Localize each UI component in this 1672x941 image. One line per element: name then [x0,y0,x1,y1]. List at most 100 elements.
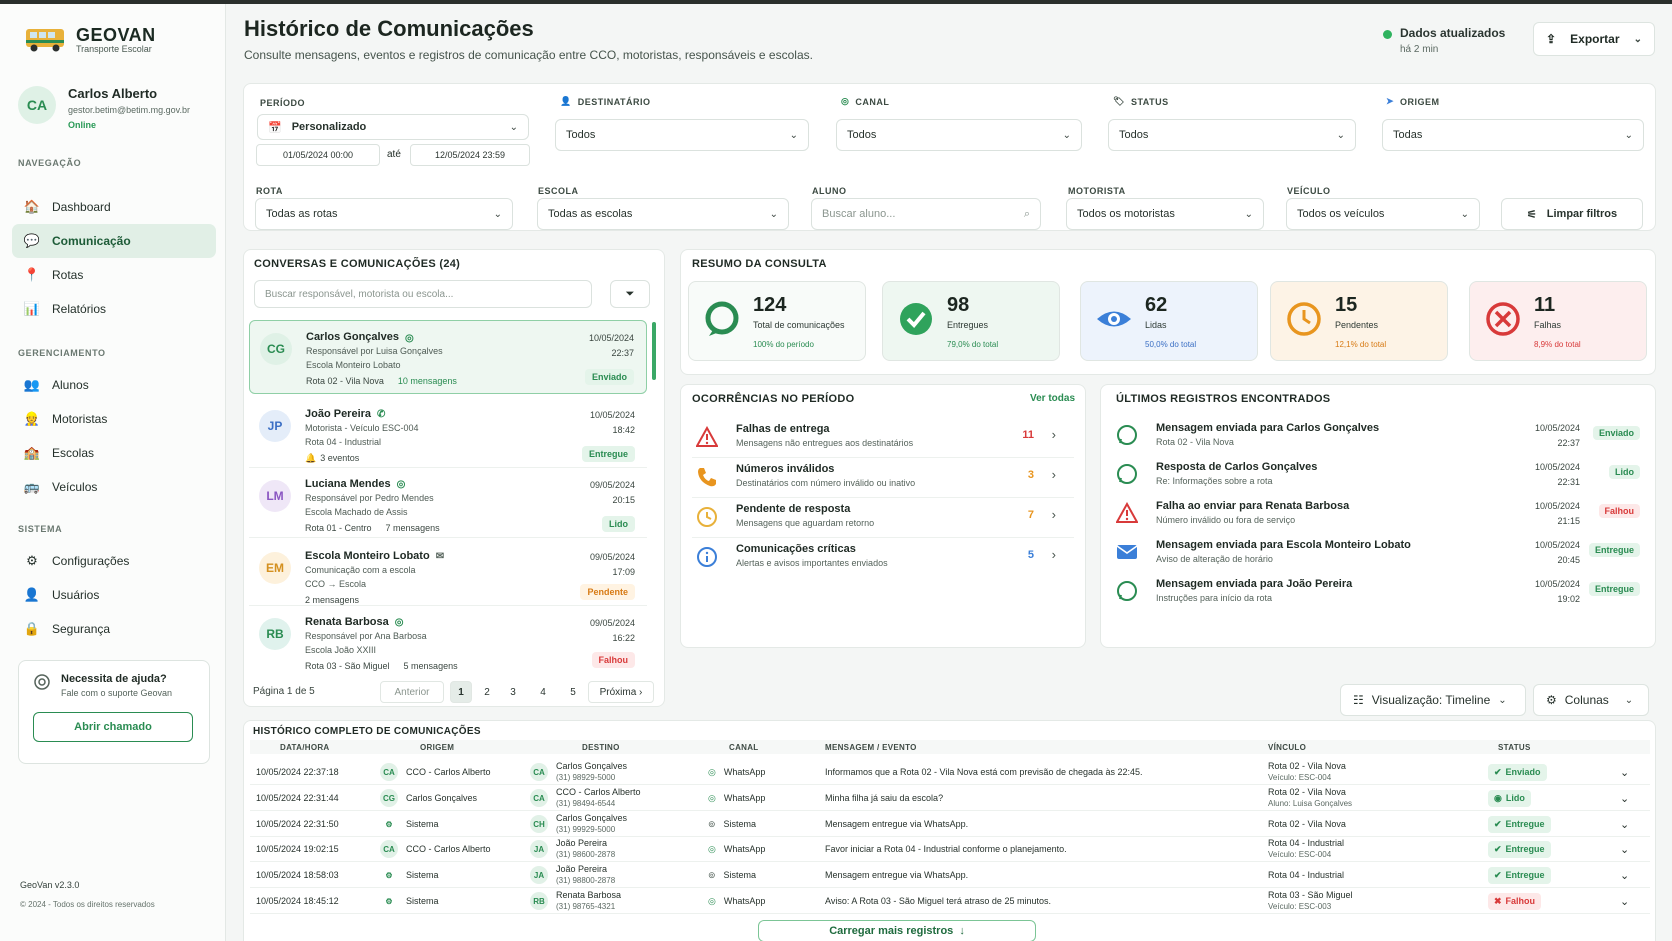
user-name: Carlos Alberto [68,86,158,101]
columns-select[interactable]: ⚙ Colunas ⌄ [1533,684,1649,716]
stat-delivered[interactable]: 98 Entregues 79,0% do total [882,281,1060,361]
period-select[interactable]: 📅 Personalizado ⌄ [257,114,529,140]
help-subtitle: Fale com o suporte Geovan [61,688,173,698]
status-value: Todos [1119,129,1149,141]
route-tag: Rota 02 - Vila Nova [306,376,384,386]
recent-record[interactable]: Mensagem enviada para Carlos Gonçalves R… [1114,420,1646,458]
pagination-prev-button[interactable]: Anterior [380,681,444,703]
updated-title: Dados atualizados [1400,26,1506,40]
user-card[interactable]: CA Carlos Alberto gestor.betim@betim.mg.… [18,86,190,130]
conversation-item[interactable]: RB Renata Barbosa ◎ Responsável por Ana B… [249,606,647,676]
table-row[interactable]: 10/05/2024 22:31:44 CG Carlos Gonçalves C… [250,785,1650,811]
cell-link: Rota 04 - Industrial Veículo: ESC-004 [1268,836,1344,862]
brand-logo[interactable]: GEOVAN Transporte Escolar [24,24,156,54]
stat-failed[interactable]: 11 Falhas 8,9% do total [1469,281,1647,361]
sidebar-item-escolas[interactable]: 🏫 Escolas [12,436,216,470]
sidebar-item-usuarios[interactable]: 👤 Usuários [12,578,216,612]
export-button[interactable]: ⇪ Exportar ⌄ [1533,22,1655,56]
cell-message: Favor iniciar a Rota 04 - Industrial con… [825,836,1067,862]
app-version: GeoVan v2.3.0 [20,880,80,890]
expand-row-chevron-icon[interactable]: ⌄ [1620,862,1629,888]
column-header[interactable]: MENSAGEM / EVENTO [825,743,917,752]
occurrence-item[interactable]: Pendente de resposta Mensagens que aguar… [692,498,1074,538]
pagination-page[interactable]: 4 [532,681,554,703]
sidebar-item-motoristas[interactable]: 👷 Motoristas [12,402,216,436]
load-more-button[interactable]: Carregar mais registros ↓ [758,920,1036,941]
sidebar-item-dashboard[interactable]: 🏠 Dashboard [12,190,216,224]
conversation-item[interactable]: CG Carlos Gonçalves ◎ Responsável por Lui… [249,320,647,394]
sidebar-item-comunicacao[interactable]: 💬 Comunicação [12,224,216,258]
whatsapp-icon: ◎ [708,895,716,906]
expand-row-chevron-icon[interactable]: ⌄ [1620,836,1629,862]
occurrence-item[interactable]: Falhas de entrega Mensagens não entregue… [692,418,1074,458]
pagination-page[interactable]: 3 [502,681,524,703]
pagination-next-button[interactable]: Próxima › [588,681,654,703]
expand-row-chevron-icon[interactable]: ⌄ [1620,785,1629,811]
recent-record[interactable]: Falha ao enviar para Renata Barbosa Núme… [1114,498,1646,536]
occurrence-item[interactable]: Números inválidos Destinatários com núme… [692,458,1074,498]
vehicle-select[interactable]: Todos os veículos ⌄ [1286,198,1480,230]
cell-origin: CA CCO - Carlos Alberto [380,759,491,785]
table-row[interactable]: 10/05/2024 22:37:18 CA CCO - Carlos Alber… [250,759,1650,785]
sidebar-item-seguranca[interactable]: 🔒 Segurança [12,612,216,646]
table-row[interactable]: 10/05/2024 19:02:15 CA CCO - Carlos Alber… [250,836,1650,862]
avatar: CG [260,333,292,365]
status-select[interactable]: Todos ⌄ [1108,119,1356,151]
record-date: 10/05/2024 21:15 [1514,499,1580,529]
date-from-input[interactable]: 01/05/2024 00:00 [256,144,380,166]
sidebar-item-label: Motoristas [52,412,108,426]
occurrence-item[interactable]: Comunicações críticas Alertas e avisos i… [692,538,1074,578]
expand-row-chevron-icon[interactable]: ⌄ [1620,888,1629,914]
column-header[interactable]: VÍNCULO [1268,743,1306,752]
origin-select[interactable]: Todas ⌄ [1382,119,1644,151]
conversation-item[interactable]: LM Luciana Mendes ◎ Responsável por Pedro… [249,468,647,538]
upload-icon: ⇪ [1546,32,1557,46]
expand-row-chevron-icon[interactable]: ⌄ [1620,759,1629,785]
view-mode-select[interactable]: ☷ Visualização: Timeline ⌄ [1340,684,1526,716]
driver-select[interactable]: Todos os motoristas ⌄ [1066,198,1264,230]
recent-record[interactable]: Resposta de Carlos Gonçalves Re: Informa… [1114,459,1646,497]
column-header[interactable]: CANAL [729,743,759,752]
expand-row-chevron-icon[interactable]: ⌄ [1620,811,1629,837]
sidebar-item-relatorios[interactable]: 📊 Relatórios [12,292,216,326]
status-badge: Lido [602,516,635,532]
stat-total[interactable]: 124 Total de comunicações 100% do períod… [688,281,866,361]
pagination-page[interactable]: 2 [476,681,498,703]
table-row[interactable]: 10/05/2024 18:45:12 ⚙ Sistema RB Renata Ba… [250,888,1650,914]
stat-read[interactable]: 62 Lidas 50,0% do total [1080,281,1258,361]
date-text: 09/05/2024 [589,480,635,490]
pagination-page[interactable]: 5 [562,681,584,703]
sidebar-item-alunos[interactable]: 👥 Alunos [12,368,216,402]
student-search-input[interactable]: Buscar aluno... ⌕ [811,198,1041,230]
table-row[interactable]: 10/05/2024 18:58:03 ⚙ Sistema JA João Pere… [250,862,1650,888]
table-row[interactable]: 10/05/2024 22:31:50 ⚙ Sistema CH Carlos Go… [250,811,1650,837]
channel-select[interactable]: Todos ⌄ [836,119,1082,151]
sidebar-item-rotas[interactable]: 📍 Rotas [12,258,216,292]
recipient-select[interactable]: Todos ⌄ [555,119,809,151]
sidebar-item-label: Alunos [52,378,89,392]
date-to-input[interactable]: 12/05/2024 23:59 [410,144,530,166]
stat-sub: 12,1% do total [1335,340,1387,349]
conversation-item[interactable]: EM Escola Monteiro Lobato ✉ Comunicação c… [249,540,647,606]
conversation-search-input[interactable]: Buscar responsável, motorista ou escola.… [254,280,592,308]
column-header[interactable]: DESTINO [582,743,620,752]
sidebar-item-veiculos[interactable]: 🚌 Veículos [12,470,216,504]
stat-pending[interactable]: 15 Pendentes 12,1% do total [1270,281,1448,361]
column-header[interactable]: ORIGEM [420,743,454,752]
cell-message: Aviso: A Rota 03 - São Miguel terá atras… [825,888,1051,914]
clear-filters-button[interactable]: ⚟ Limpar filtros [1501,198,1643,230]
recent-record[interactable]: Mensagem enviada para João Pereira Instr… [1114,576,1646,614]
destination-name: Carlos Gonçalves [556,813,628,823]
column-header[interactable]: DATA/HORA [280,743,330,752]
see-all-link[interactable]: Ver todas [1030,393,1075,404]
route-select[interactable]: Todas as rotas ⌄ [255,198,513,230]
pagination-page[interactable]: 1 [450,681,472,703]
sidebar-item-configuracoes[interactable]: ⚙ Configurações [12,544,216,578]
recent-record[interactable]: Mensagem enviada para Escola Monteiro Lo… [1114,537,1646,575]
column-header[interactable]: STATUS [1498,743,1531,752]
scrollbar[interactable] [652,322,656,380]
conversation-item[interactable]: JP João Pereira ✆ Motorista - Veículo ESC… [249,398,647,468]
open-ticket-button[interactable]: Abrir chamado [33,712,193,742]
filter-button[interactable]: ⏷ [610,280,650,308]
school-select[interactable]: Todas as escolas ⌄ [537,198,789,230]
